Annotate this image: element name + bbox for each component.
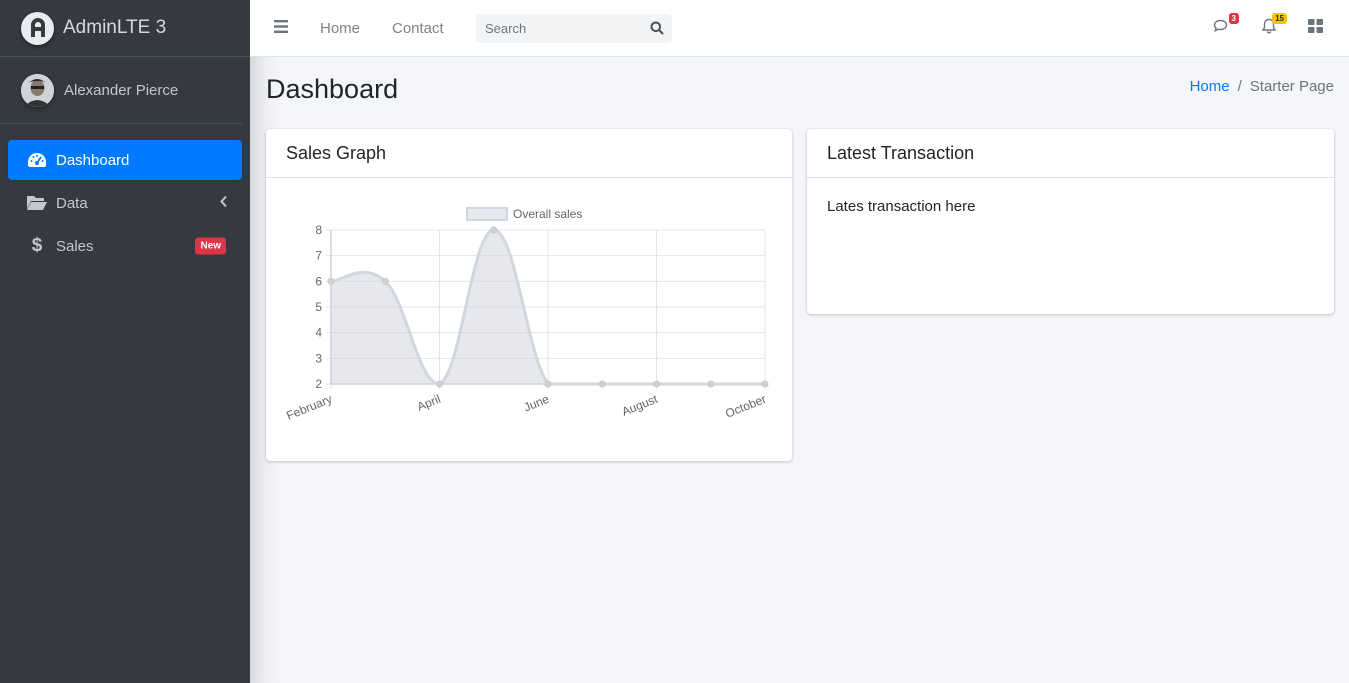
- legend-label: Overall sales: [513, 207, 582, 221]
- sidebar-item-sales[interactable]: $ Sales New: [8, 226, 242, 266]
- nav-link-home[interactable]: Home: [320, 20, 360, 37]
- avatar: [21, 73, 54, 107]
- sidebar-item-data[interactable]: Data: [8, 183, 242, 223]
- breadcrumb-separator: /: [1237, 78, 1242, 95]
- x-tick-label: October: [723, 392, 768, 421]
- chevron-left-icon: [220, 195, 228, 212]
- card-title: Latest Transaction: [827, 142, 975, 163]
- legend-swatch: [466, 207, 508, 221]
- dollar-sign-icon: $: [31, 235, 43, 256]
- latest-transaction-card: Latest Transaction Lates transaction her…: [807, 129, 1334, 314]
- card-header: Sales Graph: [266, 129, 792, 178]
- x-tick-label: February: [284, 392, 334, 423]
- sidebar: AdminLTE 3 Alexander Pierce Dashboard Da…: [0, 0, 250, 683]
- data-point: [381, 277, 389, 285]
- y-tick-label: 2: [315, 377, 322, 391]
- tachometer-icon: [26, 150, 48, 170]
- data-point: [490, 226, 498, 234]
- y-tick-label: 8: [315, 223, 322, 237]
- x-tick-label: April: [415, 392, 443, 414]
- breadcrumb-home-link[interactable]: Home: [1190, 78, 1230, 95]
- notifications-count-badge: 15: [1272, 12, 1287, 24]
- navbar-right: 3 15: [1209, 0, 1327, 57]
- user-name: Alexander Pierce: [64, 81, 179, 99]
- brand-link[interactable]: AdminLTE 3: [0, 0, 250, 57]
- search-input[interactable]: [476, 14, 641, 43]
- control-sidebar-button[interactable]: [1303, 17, 1327, 41]
- y-tick-label: 7: [315, 249, 322, 263]
- page-title: Dashboard: [266, 74, 399, 104]
- y-tick-label: 5: [315, 300, 322, 314]
- navbar-search: [476, 14, 672, 43]
- sales-chart: 2 3 4 5 6 7 8 February April June August October Ove…: [284, 207, 769, 423]
- notifications-button[interactable]: 15: [1257, 12, 1287, 41]
- data-point: [327, 277, 335, 285]
- th-large-icon: [1307, 19, 1323, 38]
- nav-link-contact[interactable]: Contact: [392, 20, 444, 37]
- data-point: [707, 380, 715, 388]
- folder-open-icon: [26, 193, 48, 213]
- sidebar-item-dashboard[interactable]: Dashboard: [8, 140, 242, 180]
- breadcrumb: Home / Starter Page: [1190, 78, 1334, 95]
- data-point: [653, 380, 660, 388]
- y-tick-label: 4: [315, 326, 322, 340]
- x-tick-label: August: [620, 392, 661, 419]
- data-point: [436, 380, 443, 388]
- card-title: Sales Graph: [286, 142, 387, 163]
- y-tick-label: 6: [315, 274, 322, 288]
- top-navbar: Home Contact 3 15: [250, 0, 1349, 57]
- card-body: Lates transaction here: [807, 178, 1334, 235]
- transaction-text: Lates transaction here: [827, 198, 976, 215]
- search-icon[interactable]: [650, 21, 664, 40]
- card-header: Latest Transaction: [807, 129, 1334, 178]
- sidebar-nav: Dashboard Data $ Sales New: [0, 124, 250, 266]
- messages-button[interactable]: 3: [1209, 12, 1239, 41]
- content-header: Dashboard Home / Starter Page: [266, 70, 1334, 110]
- brand-text: AdminLTE 3: [63, 17, 167, 38]
- messages-count-badge: 3: [1228, 12, 1239, 24]
- data-point: [761, 380, 769, 388]
- hamburger-menu-icon[interactable]: [274, 20, 288, 37]
- adminlte-logo-icon: [21, 11, 54, 45]
- data-point: [544, 380, 552, 388]
- sales-graph-card: Sales Graph 2 3 4 5 6 7 8 February April June Augu…: [266, 129, 792, 461]
- y-tick-label: 3: [315, 351, 322, 365]
- sidebar-item-label: Data: [56, 194, 88, 212]
- x-tick-label: June: [522, 392, 552, 415]
- data-point: [598, 380, 606, 388]
- user-panel[interactable]: Alexander Pierce: [0, 57, 242, 124]
- breadcrumb-current: Starter Page: [1249, 78, 1334, 95]
- new-badge: New: [195, 237, 226, 255]
- sidebar-item-label: Sales: [56, 237, 94, 255]
- sidebar-item-label: Dashboard: [56, 151, 130, 169]
- comments-icon: [1213, 19, 1230, 39]
